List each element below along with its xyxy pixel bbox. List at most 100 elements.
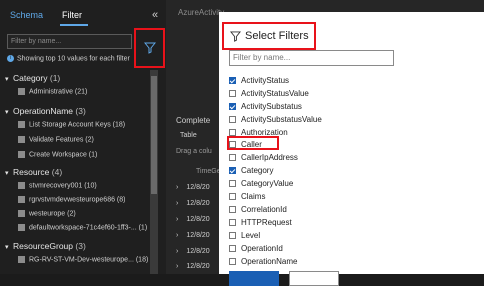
value-checkbox[interactable]	[18, 88, 25, 95]
option-checkbox[interactable]	[229, 245, 236, 252]
group-name: OperationName	[13, 106, 74, 116]
filter-group-category[interactable]: ▾ Category (1)	[5, 73, 60, 83]
collapse-pane-icon[interactable]: «	[152, 9, 158, 21]
info-message: i Showing top 10 values for each filter	[7, 55, 130, 62]
option-checkbox[interactable]	[229, 193, 236, 200]
dialog-title-text: Select Filters	[245, 30, 309, 42]
column-option[interactable]: ActivityStatus	[229, 76, 289, 85]
column-option[interactable]: ActivitySubstatus	[229, 102, 302, 111]
filter-group-resourcegroup[interactable]: ▾ ResourceGroup (3)	[5, 241, 86, 251]
expand-row-icon[interactable]: ›	[176, 248, 178, 255]
group-by-hint: Drag a colu	[176, 148, 212, 155]
select-filters-button[interactable]	[134, 28, 165, 68]
value-checkbox[interactable]	[18, 210, 25, 217]
value-checkbox[interactable]	[18, 256, 25, 263]
column-option[interactable]: OperationName	[229, 257, 297, 266]
query-title: AzureActivity	[178, 8, 225, 17]
select-filters-dialog: Select Filters Filter by name... Activit…	[219, 12, 484, 286]
filter-pane: Schema Filter « Filter by name... i Showi…	[0, 0, 166, 274]
value-checkbox[interactable]	[18, 224, 25, 231]
expand-caret-icon: ▾	[5, 76, 9, 83]
option-checkbox[interactable]	[229, 77, 236, 84]
column-search-input[interactable]: Filter by name...	[229, 50, 394, 66]
column-option[interactable]: CallerIpAddress	[229, 153, 298, 162]
filter-value-item[interactable]: Administrative (21)	[18, 88, 87, 95]
query-status: Complete	[176, 116, 211, 125]
option-label: HTTPRequest	[241, 218, 292, 227]
filter-value-item[interactable]: Create Workspace (1)	[18, 151, 97, 158]
filter-value-label: Create Workspace (1)	[29, 151, 98, 159]
column-option[interactable]: ActivitySubstatusValue	[229, 115, 322, 124]
filter-value-item[interactable]: Validate Features (2)	[18, 136, 94, 143]
value-checkbox[interactable]	[18, 196, 25, 203]
row-time: 12/8/20	[186, 216, 210, 223]
option-checkbox[interactable]	[229, 206, 236, 213]
filter-value-label: List Storage Account Keys (18)	[29, 121, 126, 129]
value-checkbox[interactable]	[18, 136, 25, 143]
option-checkbox[interactable]	[229, 154, 236, 161]
table-row[interactable]: › 12/8/20	[176, 216, 210, 223]
expand-caret-icon: ▾	[5, 109, 9, 116]
filter-value-item[interactable]: List Storage Account Keys (18)	[18, 121, 125, 128]
option-label: Category	[241, 166, 274, 175]
option-label: ActivitySubstatus	[241, 102, 302, 111]
column-option[interactable]: OperationId	[229, 244, 283, 253]
option-checkbox[interactable]	[229, 180, 236, 187]
value-checkbox[interactable]	[18, 151, 25, 158]
table-row[interactable]: › 12/8/20	[176, 248, 210, 255]
option-label: OperationId	[241, 244, 283, 253]
caller-highlight	[227, 136, 279, 150]
table-row[interactable]: › 12/8/20	[176, 263, 210, 270]
expand-row-icon[interactable]: ›	[176, 200, 178, 207]
cancel-button[interactable]	[289, 271, 339, 286]
tab-filter[interactable]: Filter	[62, 10, 82, 20]
value-checkbox[interactable]	[18, 182, 25, 189]
option-label: OperationName	[241, 257, 298, 266]
filter-value-item[interactable]: stvmrecovery001 (10)	[18, 182, 97, 189]
expand-row-icon[interactable]: ›	[176, 184, 178, 191]
table-row[interactable]: › 12/8/20	[176, 200, 210, 207]
option-label: Level	[241, 231, 261, 240]
funnel-icon	[143, 42, 156, 54]
expand-row-icon[interactable]: ›	[176, 232, 178, 239]
expand-caret-icon: ▾	[5, 170, 9, 177]
tab-schema[interactable]: Schema	[10, 10, 43, 20]
filter-value-item[interactable]: westeurope (2)	[18, 210, 76, 217]
option-checkbox[interactable]	[229, 219, 236, 226]
group-count: (1)	[49, 73, 61, 83]
option-checkbox[interactable]	[229, 167, 236, 174]
filter-group-operationname[interactable]: ▾ OperationName (3)	[5, 106, 86, 116]
column-option[interactable]: Claims	[229, 192, 265, 201]
row-time: 12/8/20	[186, 232, 210, 239]
option-checkbox[interactable]	[229, 116, 236, 123]
column-option[interactable]: HTTPRequest	[229, 218, 292, 227]
group-count: (3)	[75, 106, 86, 116]
filter-value-item[interactable]: rgrvstvmdevwesteurope686 (8)	[18, 196, 126, 203]
filter-value-item[interactable]: RG-RV-ST-VM-Dev-westeurope... (18)	[18, 256, 148, 263]
apply-button[interactable]	[229, 271, 279, 286]
filter-group-resource[interactable]: ▾ Resource (4)	[5, 167, 62, 177]
option-checkbox[interactable]	[229, 129, 236, 136]
table-row[interactable]: › 12/8/20	[176, 184, 210, 191]
expand-row-icon[interactable]: ›	[176, 263, 178, 270]
filter-search-input[interactable]: Filter by name...	[7, 34, 132, 49]
option-label: Claims	[241, 192, 266, 201]
column-option[interactable]: Level	[229, 231, 260, 240]
value-checkbox[interactable]	[18, 121, 25, 128]
option-checkbox[interactable]	[229, 258, 236, 265]
expand-row-icon[interactable]: ›	[176, 216, 178, 223]
option-checkbox[interactable]	[229, 232, 236, 239]
column-option[interactable]: ActivityStatusValue	[229, 89, 309, 98]
table-row[interactable]: › 12/8/20	[176, 232, 210, 239]
pane-scrollbar-thumb[interactable]	[151, 76, 157, 194]
column-option[interactable]: CorrelationId	[229, 205, 287, 214]
column-option[interactable]: CategoryValue	[229, 179, 293, 188]
tab-table[interactable]: Table	[180, 132, 197, 139]
column-header-timegenerated[interactable]: TimeGe	[196, 168, 221, 175]
active-tab-indicator	[60, 24, 88, 26]
option-label: CallerIpAddress	[241, 153, 298, 162]
option-checkbox[interactable]	[229, 90, 236, 97]
column-option[interactable]: Category	[229, 166, 273, 175]
option-checkbox[interactable]	[229, 103, 236, 110]
filter-value-item[interactable]: defaultworkspace-71c4ef60-1ff3-... (1)	[18, 224, 147, 231]
